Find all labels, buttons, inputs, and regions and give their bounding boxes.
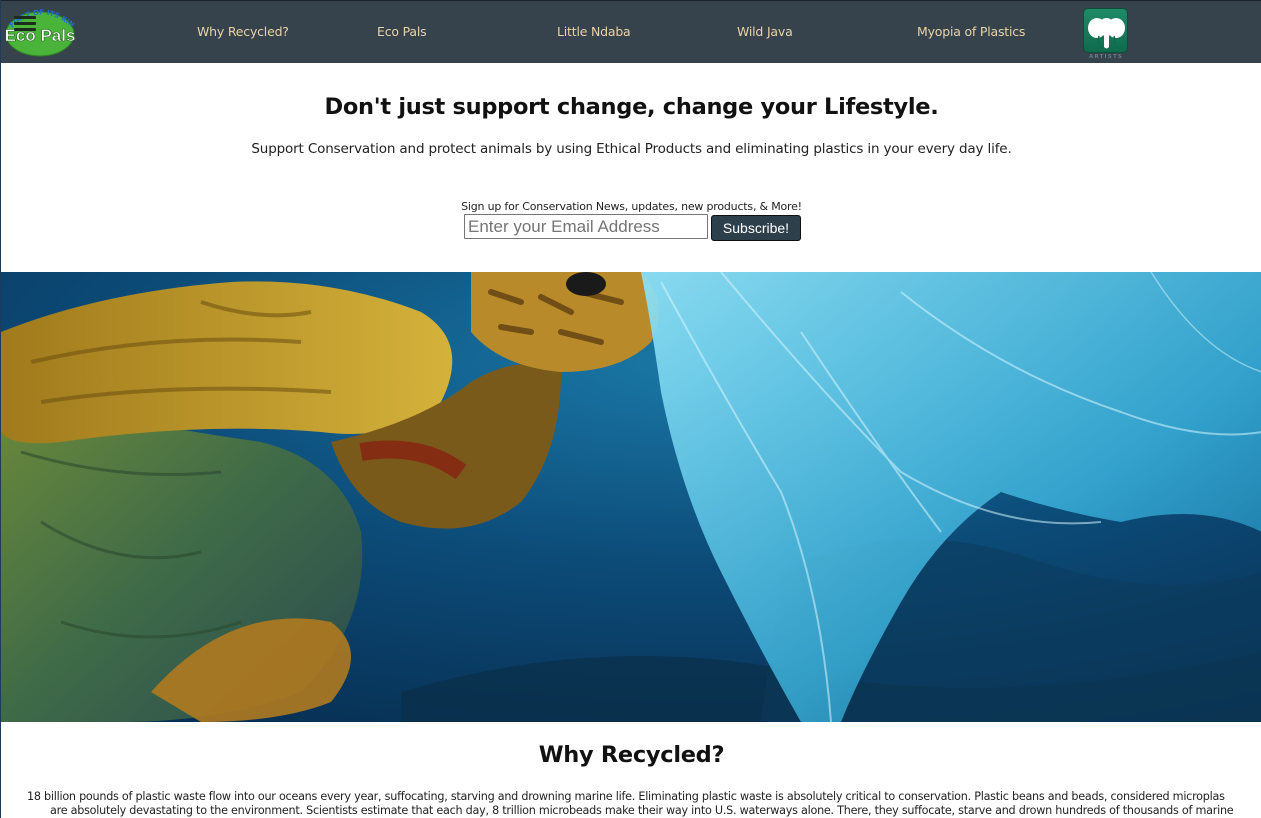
nav-eco-pals[interactable]: Eco Pals [377,24,427,39]
logo-badge: FIRST OF ITS KIND Eco Pals [4,6,76,57]
nav-little-ndaba[interactable]: Little Ndaba [557,24,631,39]
eco-pals-logo[interactable]: FIRST OF ITS KIND Eco Pals [4,6,76,58]
elephant-icon [1088,18,1125,49]
hero-image [1,272,1261,722]
nav-myopia-of-plastics[interactable]: Myopia of Plastics [917,24,1025,39]
section-line-2: are absolutely devastating to the enviro… [50,804,1234,817]
hamburger-menu-icon[interactable] [14,16,36,32]
page-subline: Support Conservation and protect animals… [251,141,1012,157]
sea-turtle-plastic-illustration [1,272,1261,722]
signup-label: Sign up for Conservation News, updates, … [461,200,802,213]
nav-wild-java[interactable]: Wild Java [737,24,793,39]
top-nav: FIRST OF ITS KIND Eco Pals Why Recycled?… [1,0,1261,63]
artists-label: ARTISTS [1088,54,1124,60]
section-title-why-recycled: Why Recycled? [538,742,725,768]
nav-why-recycled[interactable]: Why Recycled? [197,24,289,39]
email-input[interactable] [464,214,708,239]
artists-logo[interactable]: ARTISTS [1083,8,1129,62]
section-line-1: 18 billion pounds of plastic waste flow … [27,790,1225,803]
section-body: 18 billion pounds of plastic waste flow … [27,790,1261,818]
page-headline: Don't just support change, change your L… [324,94,939,120]
subscribe-button[interactable]: Subscribe! [711,215,801,241]
artists-tile [1083,8,1128,53]
